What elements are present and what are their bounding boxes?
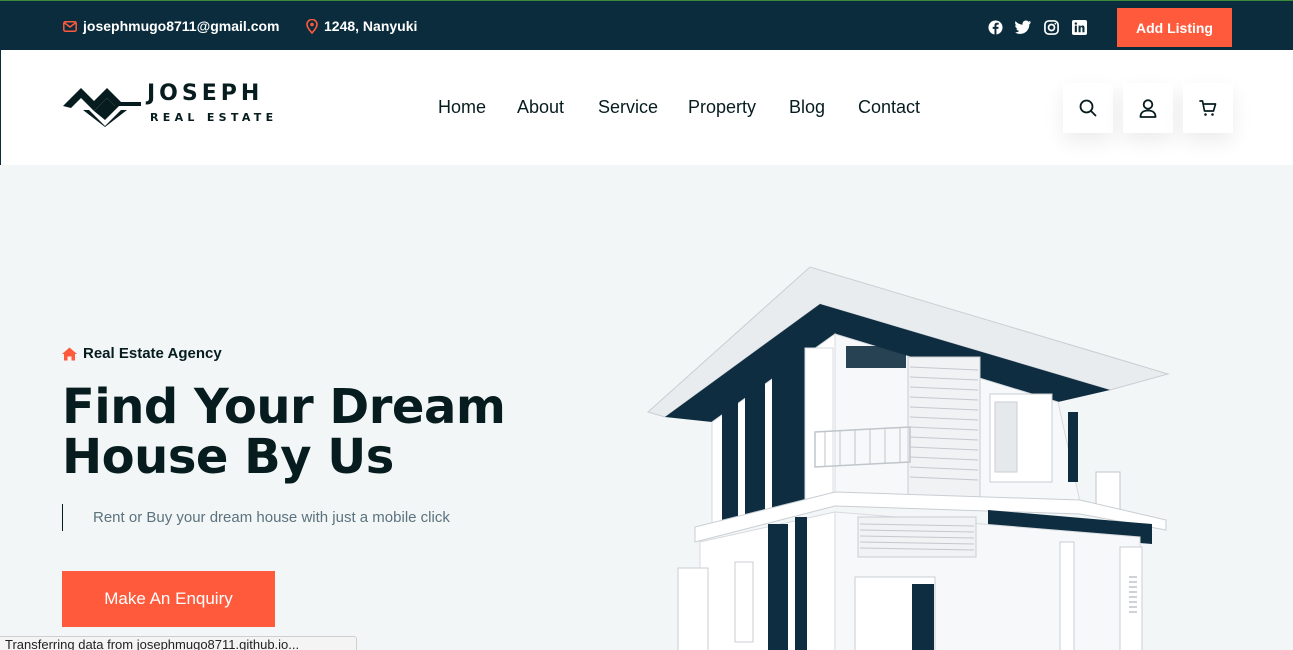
- cart-button[interactable]: [1183, 83, 1233, 133]
- make-enquiry-button[interactable]: Make An Enquiry: [62, 571, 275, 627]
- hero-tag: Real Estate Agency: [62, 345, 222, 362]
- site-header: JOSEPH REAL ESTATE Home About Service Pr…: [0, 50, 1293, 165]
- add-listing-button[interactable]: Add Listing: [1117, 8, 1232, 47]
- hero-title: Find Your Dream House By Us: [62, 382, 582, 482]
- hero-title-line-2: House By Us: [62, 429, 394, 485]
- logo-mark-icon: [63, 88, 141, 127]
- search-button[interactable]: [1063, 83, 1113, 133]
- home-icon: [62, 347, 77, 360]
- facebook-icon[interactable]: [987, 19, 1003, 35]
- nav-item-property[interactable]: Property: [688, 97, 756, 118]
- contact-email[interactable]: josephmugo8711@gmail.com: [63, 18, 280, 34]
- hero-title-line-1: Find Your Dream: [62, 379, 506, 435]
- nav-item-about[interactable]: About: [517, 97, 564, 118]
- nav-item-contact[interactable]: Contact: [858, 97, 920, 118]
- hero-description: Rent or Buy your dream house with just a…: [62, 504, 450, 531]
- nav-item-service[interactable]: Service: [598, 97, 658, 118]
- contact-location-text: 1248, Nanyuki: [324, 18, 418, 34]
- search-icon: [1079, 99, 1097, 117]
- brand-name: JOSEPH: [147, 81, 264, 106]
- contact-email-text: josephmugo8711@gmail.com: [83, 18, 280, 34]
- contact-location: 1248, Nanyuki: [306, 18, 417, 34]
- hero-tag-text: Real Estate Agency: [83, 345, 222, 362]
- linkedin-icon[interactable]: [1071, 19, 1087, 35]
- browser-status-bar: Transferring data from josephmugo8711.gi…: [0, 636, 357, 650]
- user-icon: [1139, 98, 1157, 118]
- account-button[interactable]: [1123, 83, 1173, 133]
- location-pin-icon: [306, 18, 318, 34]
- brand-subtitle: REAL ESTATE: [150, 111, 278, 124]
- mail-icon: [63, 20, 77, 32]
- nav-item-home[interactable]: Home: [438, 97, 486, 118]
- house-image: [646, 266, 1170, 650]
- top-bar: josephmugo8711@gmail.com 1248, Nanyuki A…: [0, 0, 1293, 50]
- twitter-icon[interactable]: [1015, 19, 1031, 35]
- nav-item-blog[interactable]: Blog: [789, 97, 825, 118]
- cart-icon: [1199, 100, 1217, 116]
- instagram-icon[interactable]: [1043, 19, 1059, 35]
